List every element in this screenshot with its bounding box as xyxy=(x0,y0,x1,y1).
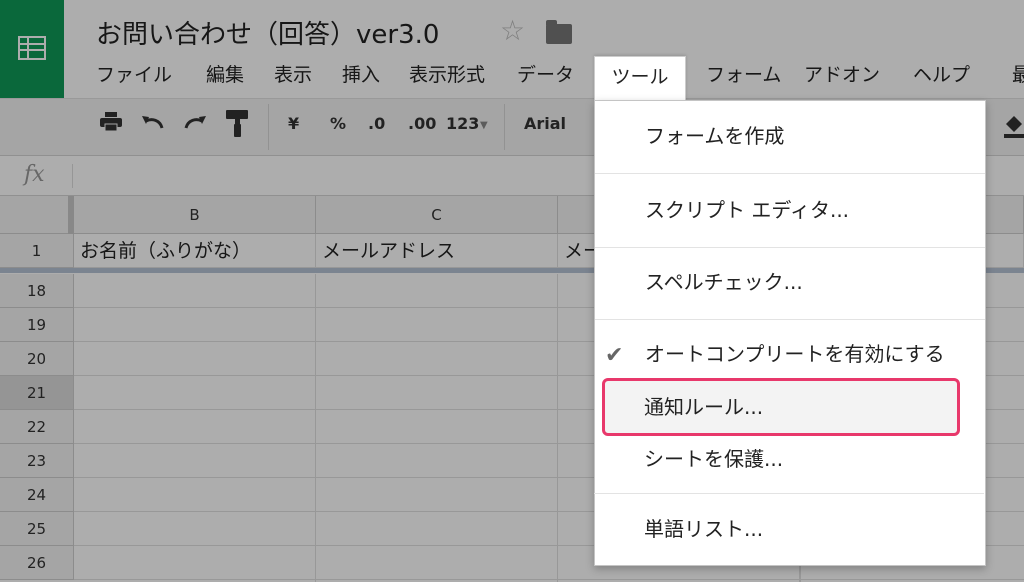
menu-separator xyxy=(595,319,985,320)
menu-item-label: フォームを作成 xyxy=(645,124,785,148)
highlight-frame xyxy=(602,378,960,436)
checkmark-icon: ✔ xyxy=(605,343,624,368)
menu-item-label: スクリプト エディタ... xyxy=(645,198,850,222)
menu-item-label: オートコンプリートを有効にする xyxy=(645,342,945,366)
menu-separator xyxy=(595,247,985,248)
tools-dropdown-menu: フォームを作成 スクリプト エディタ... スペルチェック... ✔ オートコン… xyxy=(594,100,986,566)
menu-separator xyxy=(595,173,985,174)
menu-tools[interactable]: ツール xyxy=(594,56,686,102)
menu-item-label: スペルチェック... xyxy=(645,270,803,294)
